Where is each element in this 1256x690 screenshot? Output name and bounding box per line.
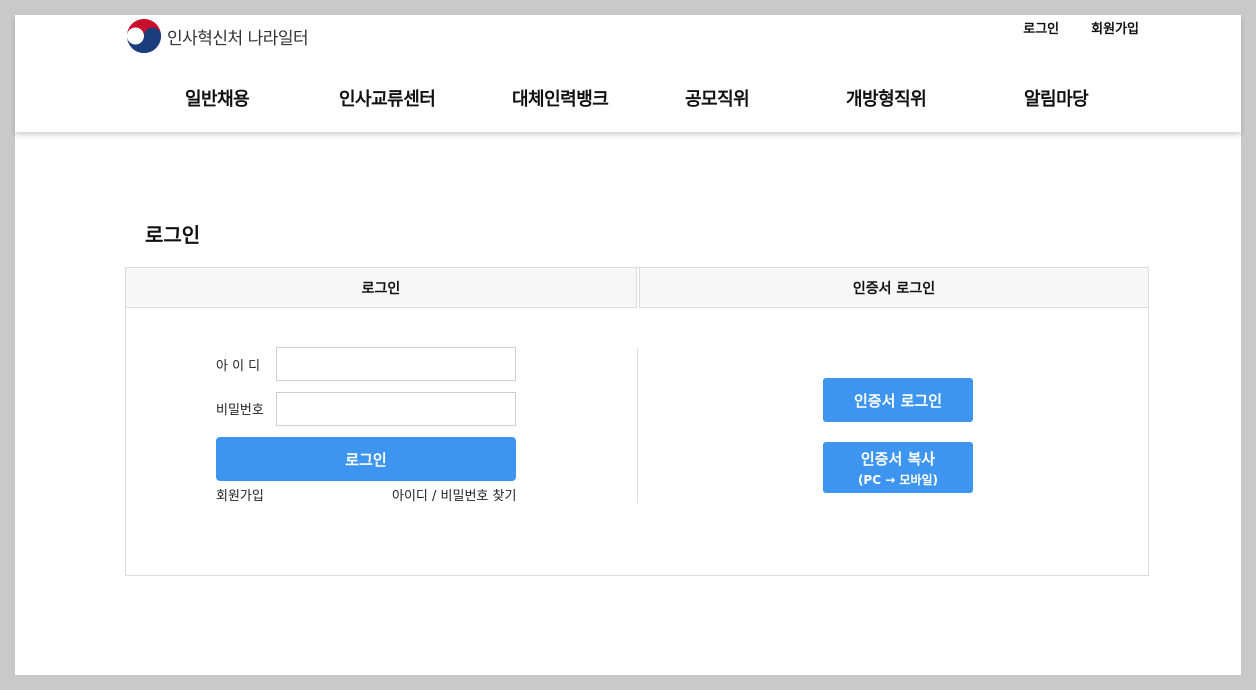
find-id-password-link[interactable]: 아이디 / 비밀번호 찾기 — [392, 485, 516, 504]
site-header: 인사혁신처 나라일터 로그인 회원가입 일반채용 인사교류센터 대체인력뱅크 공… — [15, 15, 1241, 132]
utility-menu: 로그인 회원가입 — [1023, 18, 1139, 37]
cert-copy-button[interactable]: 인증서 복사 (PC → 모바일) — [823, 442, 973, 493]
signup-link[interactable]: 회원가입 — [216, 485, 264, 504]
login-button[interactable]: 로그인 — [216, 437, 516, 481]
nav-open-type-positions[interactable]: 개방형직위 — [846, 85, 927, 111]
page-frame: 인사혁신처 나라일터 로그인 회원가입 일반채용 인사교류센터 대체인력뱅크 공… — [15, 15, 1241, 675]
nav-notice-board[interactable]: 알림마당 — [1024, 85, 1089, 111]
nav-personnel-exchange-center[interactable]: 인사교류센터 — [339, 85, 436, 111]
cert-login-button[interactable]: 인증서 로그인 — [823, 378, 973, 422]
main-navigation: 일반채용 인사교류센터 대체인력뱅크 공모직위 개방형직위 알림마당 — [15, 85, 1241, 111]
id-input[interactable] — [276, 347, 516, 381]
cert-copy-label: 인증서 복사 — [860, 449, 936, 468]
nav-general-recruitment[interactable]: 일반채용 — [185, 85, 250, 111]
panel-divider — [637, 348, 638, 503]
cert-login-label: 인증서 로그인 — [853, 391, 943, 410]
header-login-link[interactable]: 로그인 — [1023, 18, 1059, 37]
login-tabs: 로그인 인증서 로그인 — [125, 267, 1149, 309]
id-label: 아 이 디 — [216, 359, 261, 374]
site-logo[interactable]: 인사혁신처 나라일터 — [125, 17, 309, 55]
tab-id-login[interactable]: 로그인 — [125, 267, 637, 308]
page-title: 로그인 — [145, 223, 201, 247]
cert-copy-sublabel: (PC → 모바일) — [857, 472, 939, 487]
nav-substitute-workforce-bank[interactable]: 대체인력뱅크 — [512, 85, 609, 111]
header-signup-link[interactable]: 회원가입 — [1091, 18, 1139, 37]
korean-government-emblem-icon — [125, 17, 163, 55]
password-input[interactable] — [276, 392, 516, 426]
login-panel: 로그인 인증서 로그인 아 이 디 비밀번호 로그인 회원가입 아이디 / 비밀… — [125, 267, 1149, 576]
nav-open-competition-positions[interactable]: 공모직위 — [685, 85, 750, 111]
password-label: 비밀번호 — [216, 403, 264, 418]
tab-cert-login[interactable]: 인증서 로그인 — [639, 267, 1149, 308]
logo-text: 인사혁신처 나라일터 — [167, 28, 309, 49]
